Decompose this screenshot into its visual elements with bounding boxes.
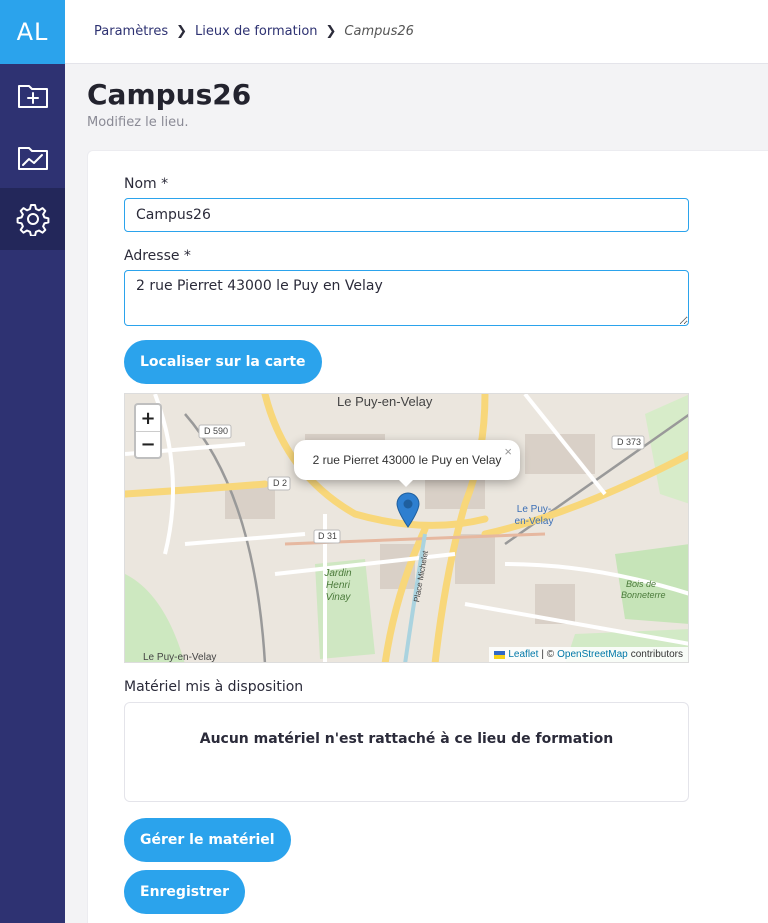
gear-icon [16, 204, 49, 236]
map-label-city-bottom: Le Puy-en-Velay [143, 652, 217, 663]
chevron-right-icon: ❯ [325, 24, 337, 39]
materiel-label: Matériel mis à disposition [124, 679, 304, 695]
chart-folder-icon [17, 147, 48, 170]
map-label-bois: Bois de Bonneterre [621, 579, 666, 600]
page-title: Campus26 [87, 78, 252, 111]
map-label-jardin: Jardin Henri Vinay [324, 568, 352, 603]
popup-tip [398, 479, 414, 487]
materiel-box: Aucun matériel n'est rattaché à ce lieu … [124, 702, 689, 802]
app-logo[interactable]: AL [0, 0, 65, 64]
name-label: Nom * [124, 176, 169, 192]
materiel-empty-text: Aucun matériel n'est rattaché à ce lieu … [199, 731, 614, 747]
popup-close-icon[interactable]: × [504, 444, 512, 459]
locate-on-map-button[interactable]: Localiser sur la carte [124, 340, 322, 384]
chevron-right-icon: ❯ [176, 24, 188, 39]
map[interactable]: Le Puy-en-Velay D 590 D 2 D 31 D 373 Le … [124, 393, 689, 663]
breadcrumb-item-parametres[interactable]: Paramètres [94, 24, 168, 39]
map-label-d31: D 31 [318, 531, 338, 541]
zoom-in-button[interactable]: + [136, 405, 160, 431]
leaflet-link[interactable]: Leaflet [508, 649, 538, 660]
breadcrumb: Paramètres ❯ Lieux de formation ❯ Campus… [65, 0, 768, 64]
sidebar-item-settings[interactable] [0, 188, 65, 250]
page-subtitle: Modifiez le lieu. [87, 115, 189, 130]
app-logo-text: AL [16, 18, 49, 46]
breadcrumb-item-lieux[interactable]: Lieux de formation [195, 24, 317, 39]
address-textarea[interactable]: 2 rue Pierret 43000 le Puy en Velay [124, 270, 689, 326]
address-label: Adresse * [124, 248, 191, 264]
map-zoom-control: + − [134, 403, 162, 459]
attribution-separator: | © [541, 649, 555, 660]
map-attribution: Leaflet | © OpenStreetMap contributors [489, 647, 688, 662]
sidebar-item-new-folder[interactable] [0, 64, 65, 126]
name-input[interactable] [124, 198, 689, 232]
folder-plus-icon [17, 85, 48, 108]
sidebar: AL [0, 0, 65, 923]
manage-materiel-button[interactable]: Gérer le matériel [124, 818, 291, 862]
breadcrumb-item-current: Campus26 [344, 24, 414, 39]
zoom-out-button[interactable]: − [136, 431, 160, 457]
map-popup: 2 rue Pierret 43000 le Puy en Velay × [294, 440, 520, 480]
map-label-d373: D 373 [617, 437, 642, 447]
attribution-contributors: contributors [630, 649, 683, 660]
map-label-station: Le Puy-en-Velay [514, 504, 554, 527]
map-label-city: Le Puy-en-Velay [337, 394, 433, 409]
map-popup-text: 2 rue Pierret 43000 le Puy en Velay [312, 453, 502, 467]
save-button[interactable]: Enregistrer [124, 870, 246, 914]
map-marker-icon[interactable] [396, 492, 420, 528]
osm-link[interactable]: OpenStreetMap [557, 649, 628, 660]
map-label-d2: D 2 [273, 478, 288, 488]
map-label-d590: D 590 [204, 426, 229, 436]
sidebar-item-stats[interactable] [0, 126, 65, 188]
ukraine-flag-icon [494, 650, 506, 659]
